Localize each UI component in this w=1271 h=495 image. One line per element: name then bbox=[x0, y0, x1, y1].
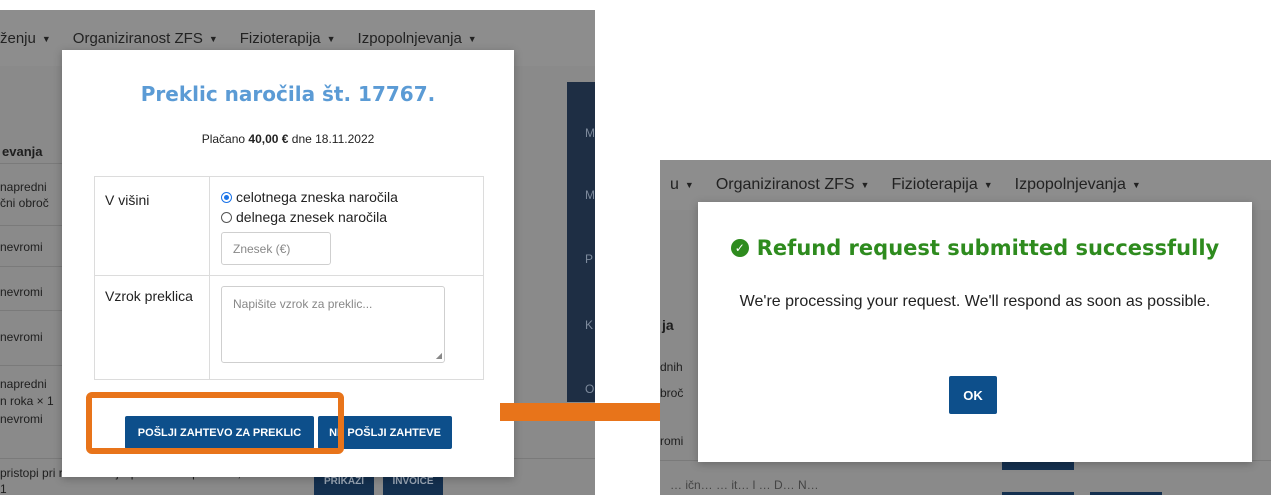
option-full-label: celotnega zneska naročila bbox=[236, 189, 398, 205]
caret-down-icon: ▼ bbox=[860, 179, 870, 190]
option-partial-label: delnega znesek naročila bbox=[236, 209, 387, 225]
caret-down-icon: ▼ bbox=[467, 33, 477, 44]
divider bbox=[0, 310, 62, 311]
reason-textarea[interactable]: Napišite vzrok za preklic... ◢ bbox=[221, 286, 445, 363]
nav-item-izpopolnjevanja[interactable]: Izpopolnjevanja ▼ bbox=[1015, 176, 1141, 194]
side-menu-letter[interactable]: M bbox=[585, 188, 595, 203]
amount-row: V višini celotnega zneska naročila delne… bbox=[95, 177, 483, 276]
bg-row-text: n roka × 1 bbox=[0, 394, 54, 408]
bg-row-text: nevromi bbox=[0, 412, 43, 426]
caret-down-icon: ▼ bbox=[208, 33, 218, 44]
nav-item-organiziranost[interactable]: Organiziranost ZFS ▼ bbox=[716, 176, 870, 194]
nav-item-izpopolnjevanja[interactable]: Izpopolnjevanja ▼ bbox=[358, 30, 477, 47]
divider bbox=[0, 365, 62, 366]
bg-row-text: napredni bbox=[0, 377, 47, 391]
bg-column-header: evanja bbox=[2, 144, 43, 159]
side-menu-letter[interactable]: M bbox=[585, 126, 595, 141]
paid-prefix: Plačano bbox=[201, 132, 249, 146]
modal-title: ✓ Refund request submitted successfully bbox=[698, 236, 1252, 260]
nav-item-fizioterapija[interactable]: Fizioterapija ▼ bbox=[891, 176, 992, 194]
resize-handle-icon[interactable]: ◢ bbox=[436, 352, 442, 360]
bg-row-text: dnih bbox=[660, 360, 683, 374]
bg-column-header: ja bbox=[662, 317, 674, 333]
bg-row-text: … ičn… … it… l … D… N… bbox=[670, 478, 819, 492]
caret-down-icon: ▼ bbox=[41, 33, 51, 44]
bg-row-text: nevromi bbox=[0, 240, 43, 254]
paid-amount: 40,00 € bbox=[248, 132, 289, 146]
bg-row-text: romi bbox=[660, 434, 684, 448]
amount-input[interactable]: Znesek (€) bbox=[221, 232, 331, 265]
ok-button[interactable]: OK bbox=[949, 376, 997, 414]
side-menu-panel: M M P K O bbox=[567, 82, 595, 402]
payment-info: Plačano 40,00 € dne 18.11.2022 bbox=[62, 132, 514, 146]
modal-title: Preklic naročila št. 17767. bbox=[140, 82, 436, 106]
option-full-amount[interactable]: celotnega zneska naročila bbox=[221, 189, 398, 205]
highlight-box bbox=[86, 392, 344, 454]
divider bbox=[0, 163, 62, 164]
option-partial-amount[interactable]: delnega znesek naročila bbox=[221, 209, 387, 225]
bg-row-text: čni obroč bbox=[0, 196, 49, 210]
divider bbox=[0, 266, 62, 267]
reason-label: Vzrok preklica bbox=[105, 288, 193, 304]
right-screenshot: u ▼ Organiziranost ZFS ▼ Fizioterapija ▼ Iz… bbox=[660, 160, 1271, 495]
caret-down-icon: ▼ bbox=[326, 33, 336, 44]
side-menu-letter[interactable]: P bbox=[585, 252, 593, 267]
reason-placeholder: Napišite vzrok za preklic... bbox=[233, 297, 373, 311]
caret-down-icon: ▼ bbox=[983, 179, 993, 190]
nav-item-organiziranost[interactable]: Organiziranost ZFS ▼ bbox=[73, 30, 218, 47]
caret-down-icon: ▼ bbox=[684, 179, 694, 190]
side-menu-letter[interactable]: K bbox=[585, 318, 593, 333]
cancel-form: V višini celotnega zneska naročila delne… bbox=[94, 176, 484, 380]
radio-unchecked-icon[interactable] bbox=[221, 211, 232, 223]
nav-item-truncated[interactable]: u ▼ bbox=[670, 176, 694, 194]
bg-row-text: nevromi bbox=[0, 330, 43, 344]
nav-item-zenju[interactable]: ženju ▼ bbox=[0, 30, 51, 47]
bg-row-text: nevromi bbox=[0, 285, 43, 299]
bg-row-text: broč bbox=[660, 386, 684, 400]
amount-label: V višini bbox=[105, 192, 150, 208]
divider bbox=[0, 225, 62, 226]
success-message: We're processing your request. We'll res… bbox=[739, 293, 1211, 310]
caret-down-icon: ▼ bbox=[1131, 179, 1141, 190]
success-title: Refund request submitted successfully bbox=[756, 236, 1220, 260]
check-circle-icon: ✓ bbox=[730, 239, 749, 257]
paid-suffix: dne 18.11.2022 bbox=[288, 132, 375, 146]
radio-checked-icon[interactable] bbox=[221, 191, 232, 203]
bg-row-text: napredni bbox=[0, 180, 47, 194]
nav-item-fizioterapija[interactable]: Fizioterapija ▼ bbox=[240, 30, 336, 47]
bg-row-text: 1 bbox=[0, 482, 7, 495]
success-modal: ✓ Refund request submitted successfully W… bbox=[698, 202, 1252, 462]
